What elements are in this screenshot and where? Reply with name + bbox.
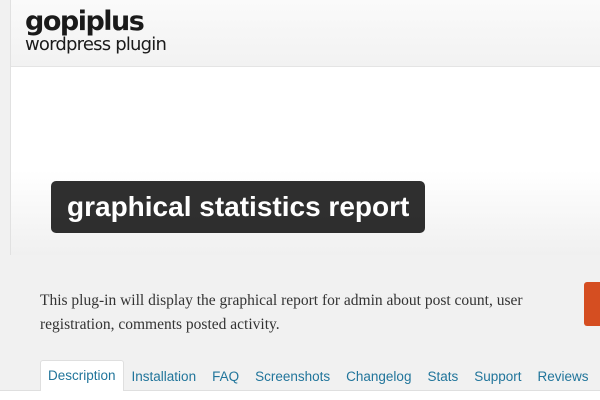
tab-screenshots[interactable]: Screenshots [247,363,338,391]
plugin-title: graphical statistics report [51,181,426,233]
tab-stats[interactable]: Stats [419,363,466,391]
tab-reviews[interactable]: Reviews [530,363,597,391]
logo-sub-text: wordpress plugin [25,34,167,55]
logo-main-text: gopiplus [25,6,145,37]
plugin-tabs: Description Installation FAQ Screenshots… [40,360,600,391]
gopiplus-logo: gopiplus wordpress plugin [25,6,167,55]
tab-content-area [0,390,600,400]
download-button[interactable] [584,282,600,326]
tab-support[interactable]: Support [466,363,529,391]
tab-installation[interactable]: Installation [124,363,205,391]
plugin-banner: gopiplus wordpress plugin graphical stat… [10,0,600,255]
tab-description[interactable]: Description [40,360,124,391]
plugin-page: gopiplus wordpress plugin graphical stat… [0,0,600,400]
tab-faq[interactable]: FAQ [204,363,247,391]
plugin-description: This plug-in will display the graphical … [40,292,523,333]
tab-developers[interactable]: De [597,363,600,391]
tab-changelog[interactable]: Changelog [338,363,419,391]
